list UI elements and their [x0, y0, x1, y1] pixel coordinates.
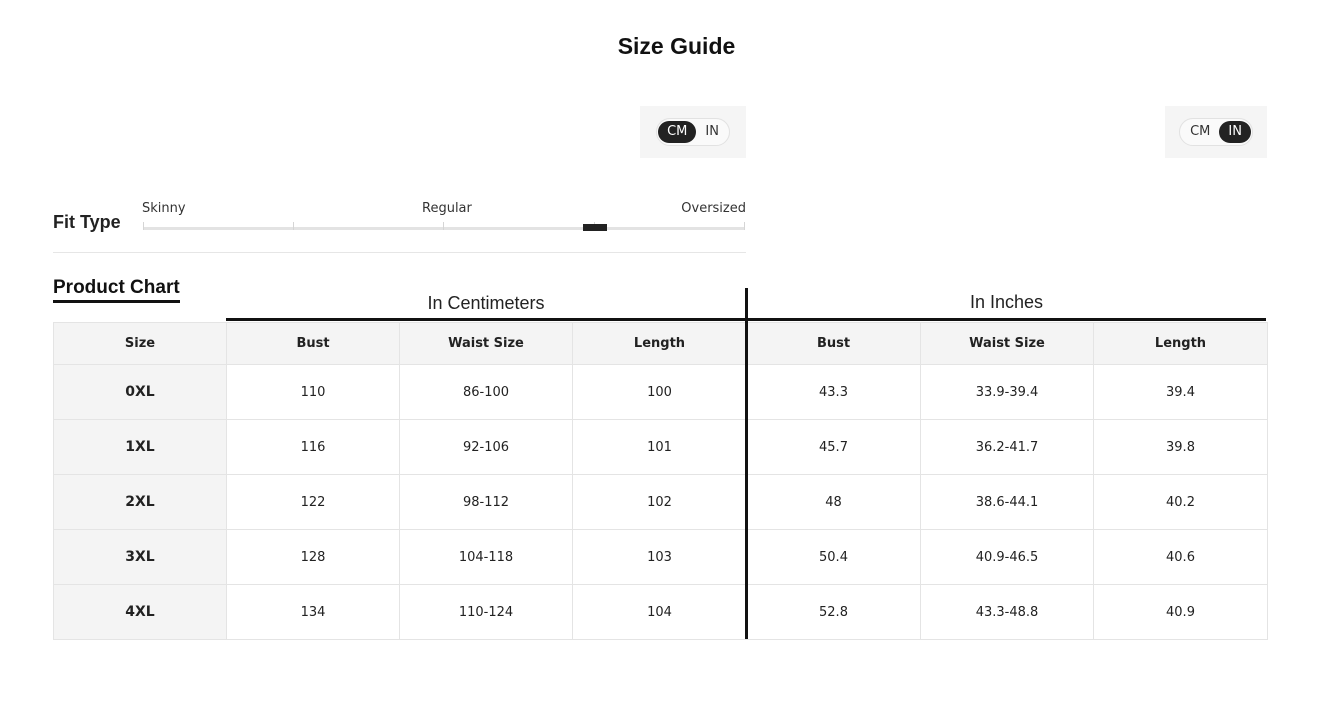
bust-cm-cell: 110 [226, 364, 400, 420]
fit-scale-tick [293, 222, 294, 230]
bust-cm-cell: 134 [226, 584, 400, 640]
fit-scale-label-skinny: Skinny [142, 201, 186, 216]
length-cm-cell: 101 [572, 419, 747, 475]
fit-scale-tick [744, 222, 745, 230]
size-chart-table: Size Bust Waist Size Length Bust Waist S… [53, 322, 1268, 640]
length-cm-cell: 102 [572, 474, 747, 530]
size-guide-page: Size Guide CM IN CM IN Fit Type Skinny R… [0, 0, 1321, 701]
waist-cm-cell: 104-118 [399, 529, 573, 585]
waist-in-cell: 38.6-44.1 [920, 474, 1094, 530]
table-row: 3XL 128 104-118 103 50.4 40.9-46.5 40.6 [53, 529, 1268, 585]
fit-level-marker [583, 224, 607, 231]
waist-cm-cell: 98-112 [399, 474, 573, 530]
table-header-row: Size Bust Waist Size Length Bust Waist S… [53, 322, 1268, 365]
size-cell: 2XL [53, 474, 227, 530]
bust-in-cell: 50.4 [746, 529, 921, 585]
column-header-waist-cm: Waist Size [399, 322, 573, 365]
group-rule-centimeters [226, 318, 746, 321]
unit-group-separator [745, 288, 748, 639]
bust-cm-cell: 122 [226, 474, 400, 530]
bust-cm-cell: 116 [226, 419, 400, 475]
length-in-cell: 39.4 [1093, 364, 1268, 420]
length-in-cell: 40.2 [1093, 474, 1268, 530]
fit-scale-track [143, 227, 745, 230]
column-header-bust-cm: Bust [226, 322, 400, 365]
column-header-bust-in: Bust [746, 322, 921, 365]
waist-in-cell: 33.9-39.4 [920, 364, 1094, 420]
length-cm-cell: 103 [572, 529, 747, 585]
table-row: 1XL 116 92-106 101 45.7 36.2-41.7 39.8 [53, 419, 1268, 475]
unit-option-cm[interactable]: CM [1181, 121, 1219, 143]
size-cell: 1XL [53, 419, 227, 475]
table-row: 2XL 122 98-112 102 48 38.6-44.1 40.2 [53, 474, 1268, 530]
column-header-size: Size [53, 322, 227, 365]
length-cm-cell: 100 [572, 364, 747, 420]
fit-scale-tick [443, 222, 444, 230]
waist-in-cell: 40.9-46.5 [920, 529, 1094, 585]
group-title-inches: In Inches [969, 292, 1044, 312]
fit-type-scale: Skinny Regular Oversized [142, 200, 746, 236]
bust-in-cell: 52.8 [746, 584, 921, 640]
waist-in-cell: 43.3-48.8 [920, 584, 1094, 640]
page-title: Size Guide [617, 33, 736, 59]
length-in-cell: 40.9 [1093, 584, 1268, 640]
unit-option-cm[interactable]: CM [658, 121, 697, 143]
bust-cm-cell: 128 [226, 529, 400, 585]
column-header-waist-in: Waist Size [920, 322, 1094, 365]
unit-option-in[interactable]: IN [696, 121, 728, 143]
product-chart-title: Product Chart [53, 277, 180, 303]
unit-switch-panel-left: CM IN [640, 106, 746, 158]
column-header-length-cm: Length [572, 322, 747, 365]
group-title-centimeters: In Centimeters [427, 293, 545, 313]
bust-in-cell: 48 [746, 474, 921, 530]
group-rule-inches [747, 318, 1266, 321]
waist-in-cell: 36.2-41.7 [920, 419, 1094, 475]
unit-toggle-left: CM IN [656, 118, 730, 146]
fit-scale-tick [143, 222, 144, 230]
fit-scale-label-oversized: Oversized [681, 201, 746, 216]
length-in-cell: 40.6 [1093, 529, 1268, 585]
bust-in-cell: 45.7 [746, 419, 921, 475]
bust-in-cell: 43.3 [746, 364, 921, 420]
length-in-cell: 39.8 [1093, 419, 1268, 475]
table-row: 4XL 134 110-124 104 52.8 43.3-48.8 40.9 [53, 584, 1268, 640]
waist-cm-cell: 92-106 [399, 419, 573, 475]
section-divider [53, 252, 746, 253]
fit-scale-label-regular: Regular [422, 201, 472, 216]
column-header-length-in: Length [1093, 322, 1268, 365]
unit-switch-panel-right: CM IN [1165, 106, 1267, 158]
size-cell: 4XL [53, 584, 227, 640]
size-cell: 3XL [53, 529, 227, 585]
table-row: 0XL 110 86-100 100 43.3 33.9-39.4 39.4 [53, 364, 1268, 420]
unit-toggle-right: CM IN [1179, 118, 1253, 146]
unit-option-in[interactable]: IN [1219, 121, 1251, 143]
fit-type-label: Fit Type [53, 212, 121, 232]
size-cell: 0XL [53, 364, 227, 420]
waist-cm-cell: 86-100 [399, 364, 573, 420]
waist-cm-cell: 110-124 [399, 584, 573, 640]
length-cm-cell: 104 [572, 584, 747, 640]
